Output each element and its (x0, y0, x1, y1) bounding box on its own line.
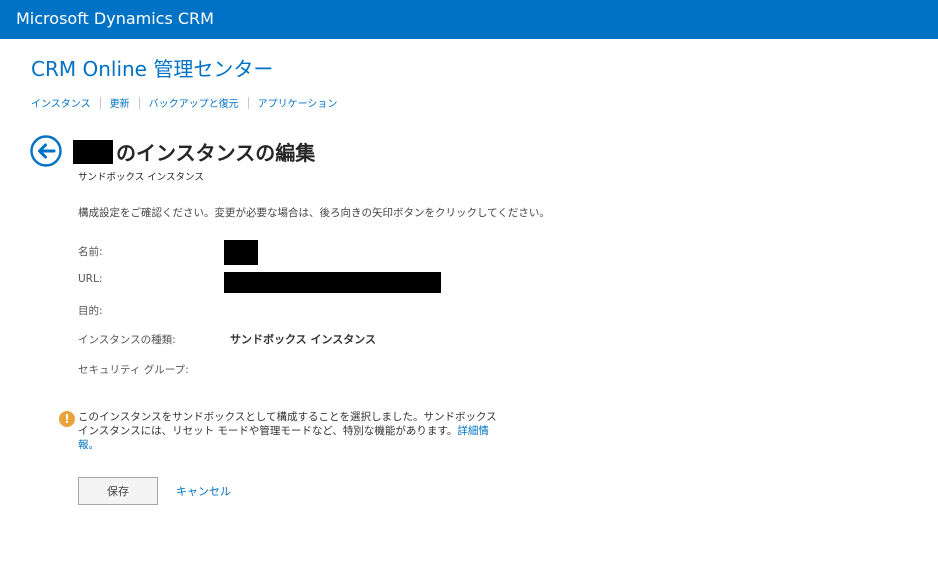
nav-item-updates[interactable]: 更新 (110, 95, 130, 110)
nav-divider (99, 96, 101, 109)
redacted-instance-name (73, 139, 113, 164)
top-nav: インスタンス 更新 バックアップと復元 アプリケーション (31, 95, 337, 110)
app-title: Microsoft Dynamics CRM (16, 9, 214, 28)
edit-instance-heading: のインスタンスの編集 (73, 137, 315, 166)
save-button[interactable]: 保存 (78, 477, 158, 505)
instance-type-label: インスタンスの種類: (78, 334, 176, 346)
top-bar: Microsoft Dynamics CRM (0, 0, 938, 39)
exclamation-circle-icon: ! (59, 411, 75, 427)
security-group-label: セキュリティ グループ: (78, 364, 189, 376)
warning-text: このインスタンスをサンドボックスとして構成することを選択しました。サンドボックス… (78, 411, 497, 437)
redacted-url-value (224, 272, 441, 293)
back-arrow-circle-icon (30, 135, 62, 167)
redacted-name-value (224, 240, 258, 265)
purpose-label: 目的: (78, 305, 103, 317)
url-label: URL: (78, 273, 103, 285)
instance-subheading: サンドボックス インスタンス (78, 172, 204, 183)
instance-type-value: サンドボックス インスタンス (230, 333, 377, 346)
cancel-link[interactable]: キャンセル (176, 483, 231, 499)
instruction-text: 構成設定をご確認ください。変更が必要な場合は、後ろ向きの矢印ボタンをクリックして… (78, 207, 550, 219)
nav-divider (247, 96, 249, 109)
sandbox-warning: このインスタンスをサンドボックスとして構成することを選択しました。サンドボックス… (78, 410, 508, 452)
nav-item-backup-restore[interactable]: バックアップと復元 (149, 95, 239, 110)
name-label: 名前: (78, 246, 103, 258)
back-button[interactable] (30, 135, 62, 167)
page-title: CRM Online 管理センター (31, 57, 274, 81)
nav-item-applications[interactable]: アプリケーション (258, 95, 338, 110)
nav-divider (138, 96, 140, 109)
nav-item-instances[interactable]: インスタンス (31, 95, 91, 110)
heading-text: のインスタンスの編集 (116, 141, 316, 165)
